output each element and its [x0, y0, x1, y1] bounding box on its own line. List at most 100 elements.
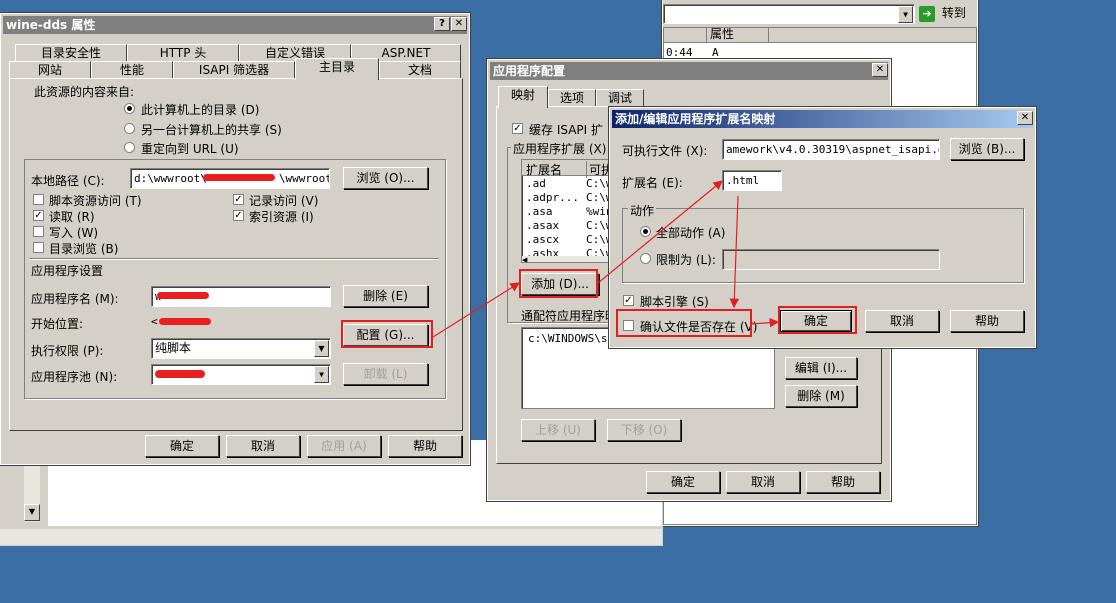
ok-button[interactable]: 确定 — [646, 471, 720, 493]
column-header-attr[interactable]: 属性 — [706, 28, 769, 42]
remove-button[interactable]: 删除 (E) — [343, 285, 428, 307]
limit-to-input[interactable] — [722, 249, 940, 270]
checkbox-index-label: 索引资源 (I) — [249, 210, 314, 224]
col-ext[interactable]: 扩展名 — [526, 161, 562, 178]
highlight-add — [519, 269, 598, 298]
wildcard-item[interactable]: c:\WINDOWS\sys — [528, 332, 621, 345]
help-icon[interactable]: ? — [434, 17, 450, 31]
delete-button[interactable]: 删除 (M) — [785, 385, 857, 407]
app-config-title: 应用程序配置 — [493, 64, 566, 78]
ext-input[interactable]: .html — [722, 170, 782, 191]
script-engine-label: 脚本引擎 (S) — [640, 295, 709, 309]
address-bar[interactable]: ▼ — [663, 4, 915, 24]
properties-title: wine-dds 属性 — [6, 18, 96, 32]
tab-options[interactable]: 选项 — [548, 89, 596, 106]
action-label: 动作 — [628, 202, 657, 219]
file-time: 0:44 — [666, 46, 693, 59]
radio-local-dir[interactable] — [124, 103, 135, 114]
tab-website[interactable]: 网站 — [9, 61, 91, 78]
limit-to-label: 限制为 (L): — [656, 253, 716, 267]
checkbox-read[interactable]: ✓ — [33, 210, 44, 221]
exec-perm-label: 执行权限 (P): — [31, 344, 104, 358]
unload-button[interactable]: 卸载 (L) — [343, 363, 428, 385]
exec-perm-select[interactable]: 纯脚本 ▼ — [151, 338, 331, 359]
checkbox-write-label: 写入 (W) — [49, 226, 99, 240]
checkbox-write[interactable] — [33, 226, 44, 237]
list-item[interactable]: .asax — [526, 219, 559, 232]
cancel-button[interactable]: 取消 — [726, 471, 800, 493]
radio-local-dir-label: 此计算机上的目录 (D) — [141, 103, 260, 117]
highlight-ok — [778, 306, 857, 334]
exec-perm-value: 纯脚本 — [155, 341, 192, 355]
tab-documents[interactable]: 文档 — [379, 61, 461, 78]
radio-all-verbs[interactable] — [640, 226, 651, 237]
chevron-down-icon[interactable]: ▼ — [314, 340, 329, 357]
help-button[interactable]: 帮助 — [806, 471, 880, 493]
tab-mappings[interactable]: 映射 — [498, 86, 548, 108]
checkbox-index[interactable]: ✓ — [233, 210, 244, 221]
help-button[interactable]: 帮助 — [388, 435, 462, 457]
go-label: 转到 — [941, 6, 966, 20]
file-attr: A — [712, 46, 719, 59]
tab-directory-security[interactable]: 目录安全性 — [15, 44, 127, 61]
help-button[interactable]: 帮助 — [950, 310, 1024, 332]
checkbox-cache-isapi[interactable]: ✓ — [512, 123, 523, 134]
checkbox-dir-browse-label: 目录浏览 (B) — [49, 242, 119, 256]
local-path-value: d:\wwwroot\ — [134, 172, 207, 185]
properties-dialog: wine-dds 属性 ? ✕ 目录安全性 HTTP 头 自定义错误 ASP.N… — [0, 12, 471, 466]
redaction-pool — [155, 370, 205, 378]
home-directory-panel: 此资源的内容来自: 此计算机上的目录 (D) 另一台计算机上的共享 (S) 重定… — [9, 78, 463, 431]
app-config-title-bar: 应用程序配置 — [490, 62, 888, 80]
ext-group-label: 应用程序扩展 (X) — [511, 140, 609, 157]
cancel-button[interactable]: 取消 — [226, 435, 300, 457]
edit-button[interactable]: 编辑 (I)... — [785, 357, 857, 379]
move-up-button[interactable]: 上移 (U) — [521, 419, 595, 441]
tab-debug[interactable]: 调试 — [596, 89, 644, 106]
exe-input[interactable]: amework\v4.0.30319\aspnet_isapi.dll — [722, 139, 940, 160]
scrollbar-horizontal[interactable] — [0, 528, 662, 545]
chevron-down-icon[interactable]: ▼ — [898, 6, 913, 23]
checkbox-dir-browse[interactable] — [33, 242, 44, 253]
close-icon[interactable]: ✕ — [872, 63, 888, 77]
radio-limit-to[interactable] — [640, 253, 651, 264]
close-icon[interactable]: ✕ — [451, 17, 467, 31]
radio-share[interactable] — [124, 123, 135, 134]
browse-button[interactable]: 浏览 (O)... — [343, 167, 428, 189]
highlight-config — [341, 320, 433, 348]
divider — [29, 258, 439, 260]
tab-http-headers[interactable]: HTTP 头 — [127, 44, 239, 61]
radio-redirect[interactable] — [124, 142, 135, 153]
list-item[interactable]: .ascx — [526, 233, 559, 246]
close-icon[interactable]: ✕ — [1017, 111, 1033, 125]
local-path-label: 本地路径 (C): — [31, 174, 105, 188]
add-mapping-title: 添加/编辑应用程序扩展名映射 — [615, 112, 776, 126]
list-item[interactable]: .adpr... — [526, 191, 579, 204]
list-item[interactable]: .asa — [526, 205, 553, 218]
redaction-path — [203, 174, 275, 181]
list-item[interactable]: .ad — [526, 177, 546, 190]
move-down-button[interactable]: 下移 (O) — [607, 419, 681, 441]
checkbox-script-source[interactable] — [33, 194, 44, 205]
checkbox-log-visits-label: 记录访问 (V) — [249, 194, 319, 208]
action-group — [622, 208, 1024, 283]
radio-share-label: 另一台计算机上的共享 (S) — [141, 123, 282, 137]
apply-button[interactable]: 应用 (A) — [307, 435, 381, 457]
cancel-button[interactable]: 取消 — [865, 310, 939, 332]
tab-isapi-filters[interactable]: ISAPI 筛选器 — [173, 61, 295, 78]
start-location-value: < — [151, 315, 158, 328]
ok-button[interactable]: 确定 — [145, 435, 219, 457]
app-pool-label: 应用程序池 (N): — [31, 370, 118, 384]
scroll-down-arrow[interactable]: ▼ — [24, 504, 40, 521]
add-mapping-title-bar: 添加/编辑应用程序扩展名映射 — [612, 110, 1033, 128]
checkbox-log-visits[interactable]: ✓ — [233, 194, 244, 205]
browse-button[interactable]: 浏览 (B)... — [950, 138, 1024, 160]
tab-performance[interactable]: 性能 — [91, 61, 173, 78]
go-button[interactable]: ➔ 转到 — [919, 4, 977, 24]
cache-isapi-label: 缓存 ISAPI 扩 — [529, 123, 603, 137]
redaction-app-name — [157, 292, 209, 299]
go-arrow-icon: ➔ — [919, 6, 935, 22]
tab-home-directory[interactable]: 主目录 — [295, 58, 379, 80]
chevron-down-icon[interactable]: ▼ — [314, 366, 329, 383]
checkbox-script-engine[interactable]: ✓ — [623, 295, 634, 306]
app-name-label: 应用程序名 (M): — [31, 292, 119, 306]
